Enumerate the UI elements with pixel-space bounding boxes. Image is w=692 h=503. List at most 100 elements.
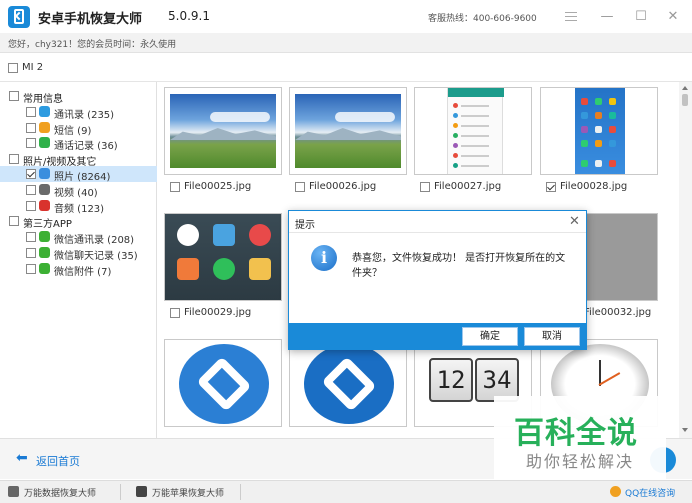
audio-icon: [39, 200, 50, 211]
title-bar: 安卓手机恢复大师 5.0.9.1 客服热线：400-606-9600 — ☐ ✕: [0, 0, 692, 33]
recovery-success-dialog: 提示 ✕ i 恭喜您，文件恢复成功！ 是否打开恢复所在的文件夹？ 确定 取消: [288, 210, 587, 350]
app-logo-icon: [8, 6, 30, 28]
qq-icon: [610, 486, 621, 497]
file-checkbox[interactable]: [295, 182, 305, 192]
file-thumbnail[interactable]: [414, 87, 532, 175]
footer-link-data-recovery[interactable]: 万能数据恢复大师: [24, 486, 96, 499]
item-checkbox[interactable]: [26, 169, 36, 179]
file-name: File00032.jpg: [584, 307, 652, 318]
tree-category-media[interactable]: 照片/视频及其它: [0, 151, 157, 168]
qq-consult-link[interactable]: QQ在线咨询: [625, 486, 675, 499]
file-name: File00026.jpg: [309, 181, 377, 192]
item-checkbox[interactable]: [26, 264, 36, 274]
footer-link-apple-recovery[interactable]: 万能苹果恢复大师: [152, 486, 224, 499]
file-checkbox[interactable]: [170, 308, 180, 318]
data-recovery-icon: [8, 486, 19, 497]
category-checkbox[interactable]: [9, 91, 19, 101]
tree-item-wechat-attachments[interactable]: 微信附件 (7): [0, 261, 157, 278]
watermark-slogan: 助你轻松解决: [526, 452, 635, 471]
grid-scrollbar[interactable]: [679, 82, 692, 438]
footer-divider: [120, 484, 121, 500]
file-thumbnail[interactable]: [289, 87, 407, 175]
file-thumbnail[interactable]: [289, 339, 407, 427]
file-checkbox[interactable]: [170, 182, 180, 192]
tree-item-sms[interactable]: 短信 (9): [0, 120, 157, 137]
tree-item-photos[interactable]: 照片 (8264): [0, 166, 157, 183]
contacts-icon: [39, 106, 50, 117]
dialog-message: 恭喜您，文件恢复成功！ 是否打开恢复所在的文件夹？: [352, 253, 566, 279]
item-label: 通讯录 (235): [54, 110, 115, 121]
category-tree: 常用信息 通讯录 (235) 短信 (9) 通话记录 (36) 照片/视频及其它…: [0, 82, 157, 438]
device-row: MI 2: [0, 54, 692, 82]
watermark-logo: 百科全说: [514, 416, 638, 451]
cancel-button[interactable]: 取消: [524, 327, 580, 346]
video-icon: [39, 184, 50, 195]
item-checkbox[interactable]: [26, 185, 36, 195]
item-checkbox[interactable]: [26, 232, 36, 242]
tree-item-contacts[interactable]: 通讯录 (235): [0, 104, 157, 121]
dialog-header: 提示 ✕: [289, 211, 586, 233]
sms-icon: [39, 122, 50, 133]
category-checkbox[interactable]: [9, 216, 19, 226]
member-bar: 您好，chy321！您的会员时间：永久使用: [0, 33, 692, 53]
item-label: 视频 (40): [54, 188, 98, 199]
hotline-text: 客服热线：400-606-9600: [428, 14, 537, 24]
file-name: File00028.jpg: [560, 181, 628, 192]
ok-button[interactable]: 确定: [462, 327, 518, 346]
category-label: 第三方APP: [23, 219, 72, 230]
tree-item-audio[interactable]: 音频 (123): [0, 198, 157, 215]
tree-item-wechat-chats[interactable]: 微信聊天记录 (35): [0, 245, 157, 262]
item-checkbox[interactable]: [26, 123, 36, 133]
minimize-icon[interactable]: —: [598, 8, 616, 26]
file-thumbnail[interactable]: [164, 339, 282, 427]
file-name: File00025.jpg: [184, 181, 252, 192]
footer-divider: [240, 484, 241, 500]
app-title: 安卓手机恢复大师: [38, 12, 143, 27]
back-arrow-icon[interactable]: ⬅: [16, 451, 30, 465]
tree-item-wechat-contacts[interactable]: 微信通讯录 (208): [0, 229, 157, 246]
app-version: 5.0.9.1: [168, 9, 210, 23]
item-label: 微信附件 (7): [54, 267, 112, 278]
close-icon[interactable]: ✕: [664, 8, 682, 26]
wechat-icon: [39, 247, 50, 258]
file-checkbox[interactable]: [546, 182, 556, 192]
file-name: File00027.jpg: [434, 181, 502, 192]
file-thumbnail[interactable]: [164, 213, 282, 301]
menu-icon[interactable]: [562, 8, 580, 26]
item-checkbox[interactable]: [26, 201, 36, 211]
category-label: 常用信息: [23, 94, 63, 105]
clock-hours: 12: [429, 358, 473, 402]
watermark: 百科全说 助你轻松解决: [494, 396, 666, 480]
footer: 万能数据恢复大师 万能苹果恢复大师 QQ在线咨询: [0, 480, 692, 503]
item-checkbox[interactable]: [26, 138, 36, 148]
dialog-title: 提示: [295, 220, 315, 231]
tree-category-common[interactable]: 常用信息: [0, 88, 157, 105]
item-label: 通话记录 (36): [54, 141, 118, 152]
scroll-thumb[interactable]: [682, 94, 688, 106]
item-label: 微信聊天记录 (35): [54, 251, 138, 262]
dialog-footer: 确定 取消: [289, 323, 586, 349]
item-label: 微信通讯录 (208): [54, 235, 135, 246]
device-checkbox[interactable]: [8, 63, 18, 73]
wechat-icon: [39, 231, 50, 242]
tree-item-calls[interactable]: 通话记录 (36): [0, 135, 157, 152]
scroll-up-icon[interactable]: [682, 86, 688, 90]
tree-category-apps[interactable]: 第三方APP: [0, 213, 157, 230]
item-label: 照片 (8264): [54, 172, 111, 183]
item-checkbox[interactable]: [26, 248, 36, 258]
maximize-icon[interactable]: ☐: [632, 8, 650, 26]
file-name: File00029.jpg: [184, 307, 252, 318]
file-thumbnail[interactable]: [540, 87, 658, 175]
scroll-down-icon[interactable]: [682, 428, 688, 432]
back-home-link[interactable]: 返回首页: [36, 453, 80, 469]
file-checkbox[interactable]: [420, 182, 430, 192]
file-thumbnail[interactable]: [164, 87, 282, 175]
item-checkbox[interactable]: [26, 107, 36, 117]
device-name: MI 2: [22, 62, 44, 73]
dialog-close-icon[interactable]: ✕: [569, 214, 580, 229]
tree-item-videos[interactable]: 视频 (40): [0, 182, 157, 199]
category-checkbox[interactable]: [9, 154, 19, 164]
apple-icon: [136, 486, 147, 497]
member-text: 您好，chy321！您的会员时间：永久使用: [8, 40, 177, 50]
wechat-icon: [39, 263, 50, 274]
